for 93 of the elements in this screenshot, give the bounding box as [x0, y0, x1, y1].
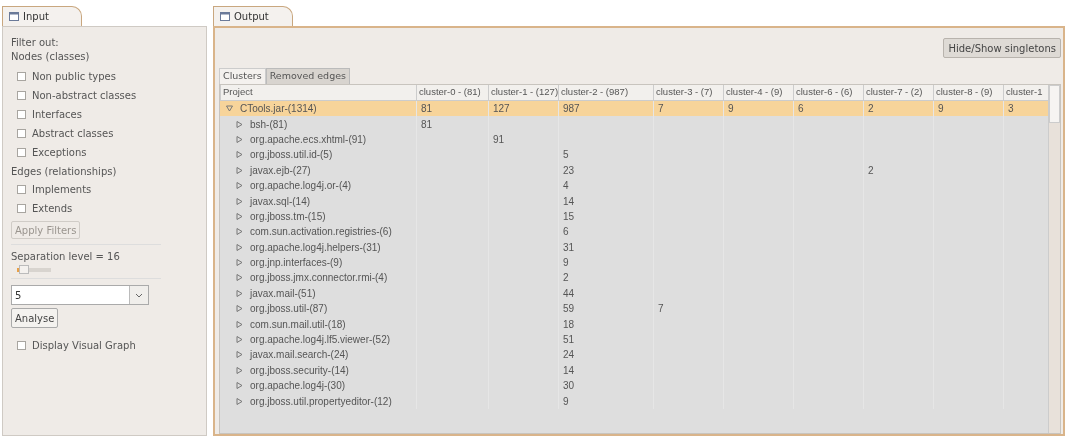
window-icon: [220, 12, 230, 21]
project-name: org.jnp.interfaces-(9): [250, 256, 343, 271]
checkbox[interactable]: [17, 185, 26, 194]
cluster-count: 15: [563, 209, 575, 224]
table-tab[interactable]: Removed edges: [265, 68, 350, 84]
project-name: org.jboss.security-(14): [250, 363, 349, 378]
cluster-count: 59: [563, 302, 575, 317]
project-name: org.jboss.tm-(15): [250, 209, 326, 224]
checkbox[interactable]: [17, 148, 26, 157]
column-header[interactable]: Project: [220, 85, 416, 100]
separation-label: Separation level = 16: [11, 250, 121, 264]
checkbox-label: Extends: [32, 202, 73, 216]
checkbox-label: Abstract classes: [32, 127, 114, 141]
column-header[interactable]: cluster-7 - (2): [863, 85, 933, 100]
project-name: javax.sql-(14): [250, 194, 311, 209]
project-name: org.apache.log4j.or-(4): [250, 179, 352, 194]
checkbox[interactable]: [17, 110, 26, 119]
cluster-count: 987: [563, 102, 580, 117]
project-name: org.apache.log4j-(30): [250, 379, 346, 394]
project-name: org.jboss.util.id-(5): [250, 148, 333, 163]
project-name: org.jboss.util.propertyeditor-(12): [250, 394, 392, 409]
cluster-count: 30: [563, 379, 575, 394]
project-name: javax.ejb-(27): [250, 163, 311, 178]
cluster-count: 9: [563, 256, 569, 271]
cluster-count: 2: [563, 271, 569, 286]
project-name: com.sun.activation.registries-(6): [250, 225, 392, 240]
cluster-count: 9: [938, 102, 944, 117]
column-header[interactable]: cluster-0 - (81): [416, 85, 488, 100]
table-tab[interactable]: Clusters: [219, 68, 266, 84]
cluster-count: 6: [798, 102, 804, 117]
slider-thumb[interactable]: [18, 265, 29, 274]
cluster-count: 24: [563, 348, 575, 363]
checkbox-label: Non public types: [32, 70, 116, 84]
cluster-count: 31: [563, 240, 575, 255]
cluster-count: 81: [421, 102, 433, 117]
cluster-count: 2: [868, 102, 874, 117]
project-name: org.apache.log4j.lf5.viewer-(52): [250, 333, 391, 348]
cluster-count: 7: [658, 302, 664, 317]
checkbox-label: Implements: [32, 183, 92, 197]
checkbox-label: Interfaces: [32, 108, 82, 122]
checkbox[interactable]: [17, 204, 26, 213]
column-header[interactable]: cluster-1 - (127): [488, 85, 558, 100]
slider-track[interactable]: [17, 268, 51, 272]
cluster-count: 5: [563, 148, 569, 163]
checkbox[interactable]: [17, 72, 26, 81]
checkbox-label: Exceptions: [32, 146, 87, 160]
project-name: javax.mail-(51): [250, 286, 316, 301]
analyse-button[interactable]: Analyse: [11, 308, 59, 328]
checkbox[interactable]: [17, 341, 26, 350]
project-name: com.sun.mail.util-(18): [250, 317, 346, 332]
column-header[interactable]: cluster-4 - (9): [723, 85, 793, 100]
cluster-count: 91: [493, 132, 505, 147]
checkbox-label: Non-abstract classes: [32, 89, 137, 103]
cluster-count: 9: [563, 394, 569, 409]
cluster-count: 9: [728, 102, 734, 117]
view-tab[interactable]: Output: [213, 6, 293, 26]
cluster-count: 2: [868, 163, 874, 178]
project-name: CTools.jar-(1314): [240, 102, 317, 117]
cluster-count: 6: [563, 225, 569, 240]
tree-row[interactable]: CTools.jar-(1314) 81 127 987 7 9 6 2 9 3: [220, 101, 1048, 117]
cluster-count: 127: [493, 102, 510, 117]
dropdown-icon[interactable]: [129, 286, 148, 304]
cluster-count: 3: [1008, 102, 1014, 117]
cluster-count: 23: [563, 163, 575, 178]
cluster-count: 14: [563, 363, 575, 378]
project-name: org.apache.log4j.helpers-(31): [250, 240, 381, 255]
project-name: org.jboss.util-(87): [250, 302, 328, 317]
section-label: Filter out:: [11, 36, 60, 49]
cluster-count: 7: [658, 102, 664, 117]
project-name: org.apache.ecs.xhtml-(91): [250, 132, 367, 147]
column-header[interactable]: cluster-8 - (9): [933, 85, 1003, 100]
cluster-count: 44: [563, 286, 575, 301]
column-header[interactable]: cluster-3 - (7): [653, 85, 723, 100]
window-icon: [9, 12, 19, 21]
cluster-count: 18: [563, 317, 575, 332]
checkbox[interactable]: [17, 129, 26, 138]
project-name: bsh-(81): [250, 117, 288, 132]
number-combo[interactable]: 5: [11, 285, 149, 305]
cluster-count: 4: [563, 179, 569, 194]
scrollbar[interactable]: [1048, 85, 1060, 433]
checkbox[interactable]: [17, 91, 26, 100]
view-tab[interactable]: Input: [2, 6, 82, 26]
cluster-count: 14: [563, 194, 575, 209]
column-header[interactable]: cluster-6 - (6): [793, 85, 863, 100]
hide-show-singletons-button[interactable]: Hide/Show singletons: [943, 38, 1061, 58]
project-name: javax.mail.search-(24): [250, 348, 349, 363]
cluster-count: 81: [421, 117, 433, 132]
cluster-count: 51: [563, 333, 575, 348]
checkbox-label: Display Visual Graph: [32, 339, 136, 353]
section-label: Nodes (classes): [11, 50, 91, 64]
section-label: Edges (relationships): [11, 164, 118, 179]
project-name: org.jboss.jmx.connector.rmi-(4): [250, 271, 388, 286]
column-header[interactable]: cluster-2 - (987): [558, 85, 653, 100]
